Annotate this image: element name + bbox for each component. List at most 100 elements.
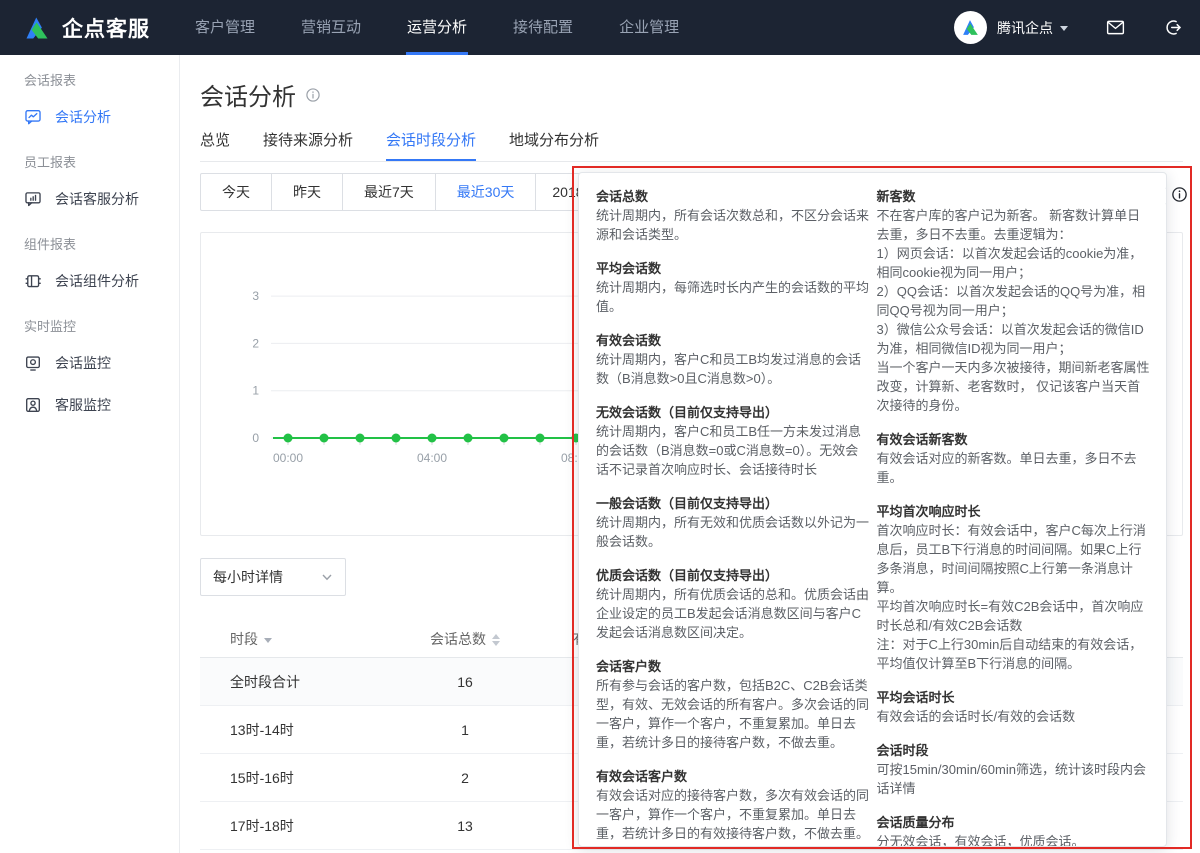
svg-text:00:00: 00:00 xyxy=(273,451,303,465)
top-navbar: 企点客服 客户管理 营销互动 运营分析 接待配置 企业管理 腾讯企点 xyxy=(0,0,1200,55)
svg-text:0: 0 xyxy=(252,431,259,445)
svg-text:04:00: 04:00 xyxy=(417,451,447,465)
nav-item-customer-mgmt[interactable]: 客户管理 xyxy=(172,0,278,55)
metric-title: 有效会话数 xyxy=(596,331,870,350)
user-menu[interactable]: 腾讯企点 xyxy=(997,18,1053,38)
top-menu: 客户管理 营销互动 运营分析 接待配置 企业管理 xyxy=(172,0,702,55)
metric-title: 会话质量分布 xyxy=(877,813,1151,832)
metric-body: 有效会话的会话时长/有效的会话数 xyxy=(877,707,1151,726)
metric-body: 有效会话对应的新客数。单日去重，多日不去重。 xyxy=(877,449,1151,487)
filter-last30days-button[interactable]: 最近30天 xyxy=(435,173,537,211)
sidebar-item-label: 客服监控 xyxy=(55,395,111,415)
popover-right-column: 新客数不在客户库的客户记为新客。 新客数计算单日去重，多日不去重。去重逻辑为： … xyxy=(877,187,1151,846)
metric-title: 会话时段 xyxy=(877,741,1151,760)
nav-item-enterprise-mgmt[interactable]: 企业管理 xyxy=(596,0,702,55)
cell-total: 16 xyxy=(370,674,560,690)
filter-today-button[interactable]: 今天 xyxy=(200,173,272,211)
tab-session-period[interactable]: 会话时段分析 xyxy=(386,129,476,161)
popover-anchor-info-button[interactable] xyxy=(1171,186,1188,203)
metric-body: 统计周期内，客户C和员工B均发过消息的会话数（B消息数>0且C消息数>0）。 xyxy=(596,350,870,388)
sidebar: 会话报表 会话分析 员工报表 会话客服分析 xyxy=(0,55,180,853)
svg-text:3: 3 xyxy=(252,289,259,303)
tab-overview[interactable]: 总览 xyxy=(200,129,230,161)
cell-total: 13 xyxy=(370,818,560,834)
metric-title: 新客数 xyxy=(877,187,1151,206)
metric-title: 平均首次响应时长 xyxy=(877,502,1151,521)
metric-body: 首次响应时长：有效会话中，客户C每次上行消息后，员工B下行消息的时间间隔。如果C… xyxy=(877,521,1151,673)
nav-item-reception-config[interactable]: 接待配置 xyxy=(490,0,596,55)
metric-definitions-popover: 会话总数统计周期内，所有会话次数总和，不区分会话来源和会话类型。 平均会话数统计… xyxy=(578,172,1167,847)
nav-right-tools: 腾讯企点 xyxy=(954,11,1184,44)
analysis-tabs: 总览 接待来源分析 会话时段分析 地域分布分析 xyxy=(200,129,1183,162)
sidebar-item-session-analysis[interactable]: 会话分析 xyxy=(0,106,179,127)
sidebar-item-session-component-analysis[interactable]: 会话组件分析 xyxy=(0,270,179,291)
info-icon xyxy=(305,87,321,103)
metric-body: 不在客户库的客户记为新客。 新客数计算单日去重，多日不去重。去重逻辑为： 1）网… xyxy=(877,206,1151,415)
logout-button[interactable] xyxy=(1163,17,1184,38)
agent-chat-icon xyxy=(24,190,42,208)
column-header-period[interactable]: 时段 xyxy=(200,629,370,649)
nav-item-marketing[interactable]: 营销互动 xyxy=(278,0,384,55)
sidebar-section-header: 员工报表 xyxy=(0,153,179,173)
sort-icon xyxy=(492,634,500,646)
sidebar-item-session-agent-analysis[interactable]: 会话客服分析 xyxy=(0,188,179,209)
sidebar-item-agent-monitor[interactable]: 客服监控 xyxy=(0,394,179,415)
metric-title: 有效会话新客数 xyxy=(877,430,1151,449)
qidian-logo-icon xyxy=(22,13,52,43)
logout-icon xyxy=(1163,17,1184,38)
mail-button[interactable] xyxy=(1105,17,1126,38)
metric-title: 有效会话客户数 xyxy=(596,767,870,786)
avatar[interactable] xyxy=(954,11,987,44)
info-icon xyxy=(1171,186,1188,203)
sort-desc-icon xyxy=(264,638,272,643)
sidebar-item-label: 会话监控 xyxy=(55,353,111,373)
chat-analysis-icon xyxy=(24,108,42,126)
metric-title: 会话总数 xyxy=(596,187,870,206)
filter-yesterday-button[interactable]: 昨天 xyxy=(271,173,343,211)
title-info-button[interactable] xyxy=(305,87,321,103)
cell-period: 全时段合计 xyxy=(200,672,370,692)
page-title-row: 会话分析 xyxy=(200,77,321,112)
metric-title: 无效会话数（目前仅支持导出） xyxy=(596,403,870,422)
metric-body: 有效会话对应的接待客户数，多次有效会话的同一客户，算作一个客户，不重复累加。单日… xyxy=(596,786,870,843)
chevron-down-icon xyxy=(1060,26,1068,31)
sidebar-section-header: 组件报表 xyxy=(0,235,179,255)
cell-total: 2 xyxy=(370,770,560,786)
svg-text:2: 2 xyxy=(252,336,259,350)
envelope-icon xyxy=(1105,17,1126,38)
avatar-logo-icon xyxy=(960,17,981,38)
page-title: 会话分析 xyxy=(200,77,296,112)
sidebar-section-session-reports: 会话报表 会话分析 xyxy=(0,71,179,127)
sidebar-section-realtime-monitor: 实时监控 会话监控 客服监控 xyxy=(0,317,179,415)
hour-detail-select[interactable]: 每小时详情 xyxy=(200,558,346,596)
cell-period: 13时-14时 xyxy=(200,720,370,740)
metric-title: 平均会话数 xyxy=(596,259,870,278)
brand-name: 企点客服 xyxy=(62,13,150,43)
metric-body: 所有参与会话的客户数，包括B2C、C2B会话类型，有效、无效会话的所有客户。多次… xyxy=(596,676,870,752)
filter-last7days-button[interactable]: 最近7天 xyxy=(342,173,436,211)
column-header-total-sessions[interactable]: 会话总数 xyxy=(370,629,560,649)
sidebar-section-staff-reports: 员工报表 会话客服分析 xyxy=(0,153,179,209)
cell-total: 1 xyxy=(370,722,560,738)
session-monitor-icon xyxy=(24,354,42,372)
cell-period: 15时-16时 xyxy=(200,768,370,788)
sidebar-item-label: 会话客服分析 xyxy=(55,189,139,209)
sidebar-section-header: 会话报表 xyxy=(0,71,179,91)
tab-reception-source[interactable]: 接待来源分析 xyxy=(263,129,353,161)
metric-body: 统计周期内，所有会话次数总和，不区分会话来源和会话类型。 xyxy=(596,206,870,244)
sidebar-section-header: 实时监控 xyxy=(0,317,179,337)
brand-logo-home[interactable]: 企点客服 xyxy=(22,13,150,43)
metric-body: 统计周期内，所有优质会话的总和。优质会话由企业设定的员工B发起会话消息数区间与客… xyxy=(596,585,870,642)
nav-item-operation-analysis[interactable]: 运营分析 xyxy=(384,0,490,55)
metric-title: 一般会话数（目前仅支持导出） xyxy=(596,494,870,513)
agent-monitor-icon xyxy=(24,396,42,414)
chevron-down-icon xyxy=(321,571,333,583)
cell-period: 17时-18时 xyxy=(200,816,370,836)
sidebar-item-label: 会话组件分析 xyxy=(55,271,139,291)
sidebar-section-component-reports: 组件报表 会话组件分析 xyxy=(0,235,179,291)
svg-text:1: 1 xyxy=(252,384,259,398)
metric-title: 会话客户数 xyxy=(596,657,870,676)
tab-region-distribution[interactable]: 地域分布分析 xyxy=(509,129,599,161)
metric-body: 可按15min/30min/60min筛选，统计该时段内会话详情 xyxy=(877,760,1151,798)
sidebar-item-session-monitor[interactable]: 会话监控 xyxy=(0,352,179,373)
